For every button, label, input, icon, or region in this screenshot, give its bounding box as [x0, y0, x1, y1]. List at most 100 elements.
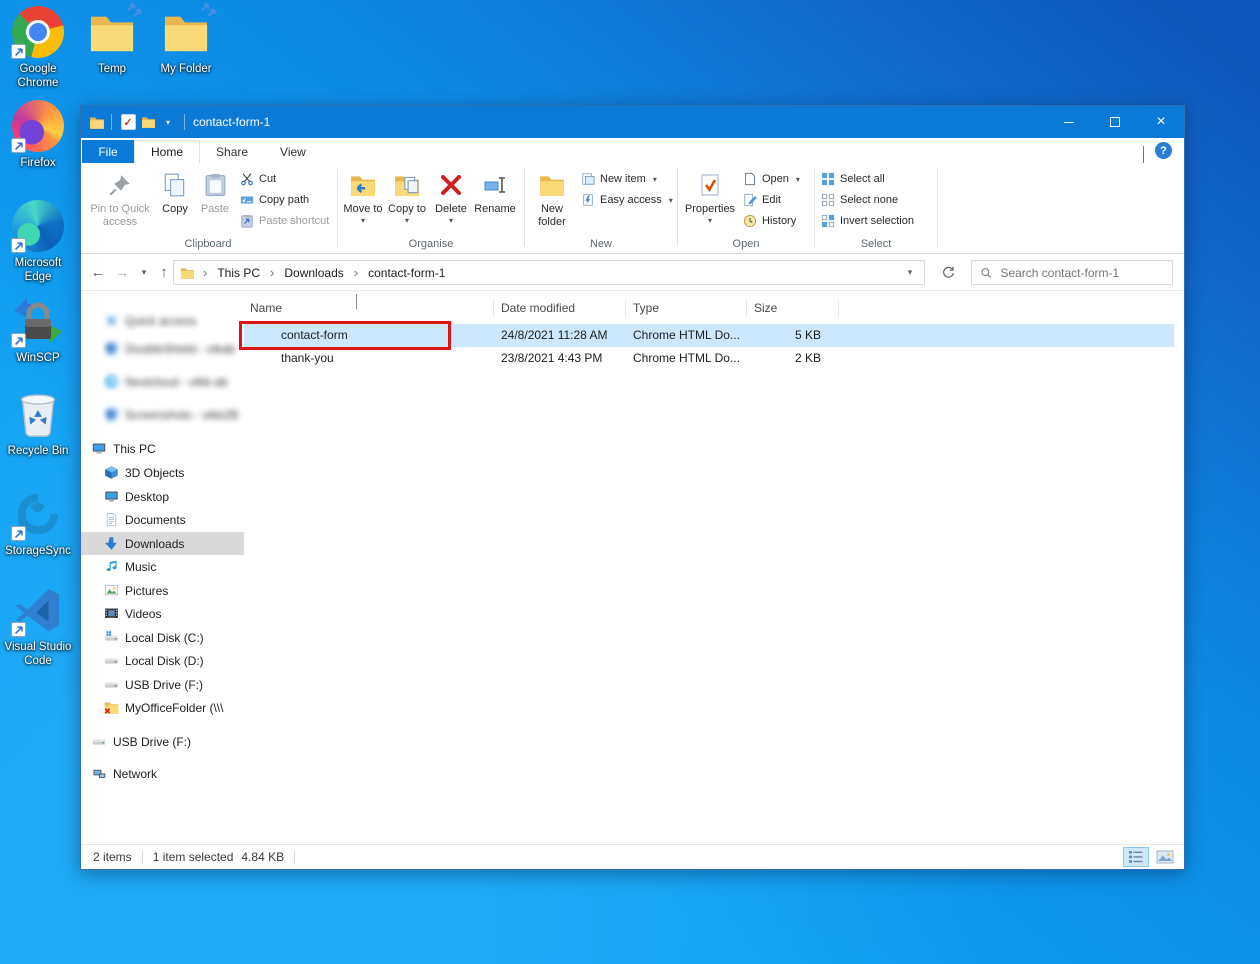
search-box[interactable] [971, 260, 1173, 285]
large-icons-view-button[interactable] [1152, 847, 1178, 867]
sidebar-item-quick-access[interactable]: Quick access [81, 309, 244, 332]
open-group-label: Open [679, 238, 813, 250]
edit-button[interactable]: Edit [743, 190, 781, 210]
share-arrows-icon [200, 0, 218, 18]
desktop-icon-winscp[interactable]: WinSCP [2, 295, 74, 365]
details-view-button[interactable] [1123, 847, 1149, 867]
invert-selection-button[interactable]: Invert selection [821, 211, 914, 231]
tab-file[interactable]: File [82, 140, 134, 163]
sidebar-item-usb-drive-f-root[interactable]: USB Drive (F:) [81, 730, 244, 753]
copy-path-button[interactable]: Copy path [240, 190, 309, 210]
breadcrumb-downloads[interactable]: Downloads [282, 266, 345, 280]
sidebar-item-desktop[interactable]: Desktop [81, 485, 244, 508]
history-button[interactable]: History [743, 211, 796, 231]
paste-button[interactable]: Paste [195, 167, 235, 216]
sidebar-item-local-disk-d[interactable]: Local Disk (D:) [81, 649, 244, 672]
select-none-button[interactable]: Select none [821, 190, 898, 210]
pin-to-quick-access-button[interactable]: Pin to Quick access [87, 167, 153, 229]
breadcrumb-current-folder[interactable]: contact-form-1 [366, 266, 447, 280]
paste-shortcut-icon [240, 214, 254, 228]
local-disk-icon [104, 653, 119, 668]
forward-button[interactable]: → [111, 261, 133, 283]
new-item-button[interactable]: New item▾ [581, 169, 657, 189]
qat-customize-dropdown[interactable]: ▾ [158, 111, 178, 133]
window-title: contact-form-1 [193, 115, 270, 129]
sidebar-item-pinned-2[interactable]: Nextcloud - vikb-ab [81, 370, 244, 393]
desktop-icon-visual-studio-code[interactable]: Visual Studio Code [0, 584, 76, 669]
up-button[interactable]: ↑ [153, 261, 175, 283]
sidebar-item-pinned-3[interactable]: Screenshots - vikb2B [81, 403, 244, 426]
back-button[interactable]: ← [87, 261, 109, 283]
delete-button[interactable]: Delete▾ [431, 167, 471, 226]
paste-shortcut-button[interactable]: Paste shortcut [240, 211, 329, 231]
breadcrumb-chevron: › [270, 265, 274, 280]
sidebar-item-downloads[interactable]: Downloads [81, 532, 244, 555]
3d-objects-icon [104, 465, 119, 480]
folder-icon [160, 6, 212, 58]
sidebar-item-videos[interactable]: Videos [81, 602, 244, 625]
open-icon [743, 172, 757, 186]
qat-properties-button[interactable]: ✓ [118, 111, 138, 133]
rename-button[interactable]: Rename [471, 167, 519, 216]
maximize-button[interactable] [1092, 106, 1138, 138]
column-header-date-modified[interactable]: Date modified [501, 301, 575, 315]
desktop-icon-storagesync[interactable]: StorageSync [0, 488, 76, 558]
breadcrumb[interactable]: › This PC › Downloads › contact-form-1 ▾ [173, 260, 925, 285]
breadcrumb-this-pc[interactable]: This PC [215, 266, 262, 280]
select-none-icon [821, 193, 835, 207]
desktop-icon-label: StorageSync [5, 544, 71, 558]
properties-icon [698, 167, 722, 203]
sidebar-item-documents[interactable]: Documents [81, 508, 244, 531]
sidebar-item-music[interactable]: Music [81, 555, 244, 578]
new-folder-button[interactable]: New folder [529, 167, 575, 229]
sidebar-item-network[interactable]: Network [81, 762, 244, 785]
move-to-button[interactable]: Move to▾ [343, 167, 383, 226]
desktop-icon-my-folder[interactable]: My Folder [150, 6, 222, 76]
desktop-icon-recycle-bin[interactable]: Recycle Bin [2, 388, 74, 458]
open-button[interactable]: Open▾ [743, 169, 800, 189]
desktop-icon-microsoft-edge[interactable]: Microsoft Edge [2, 200, 74, 285]
disconnected-network-folder-icon [104, 700, 119, 715]
minimize-button[interactable] [1046, 106, 1092, 138]
items-count: 2 items [93, 850, 132, 864]
properties-button[interactable]: Properties▾ [683, 167, 737, 226]
copy-button[interactable]: Copy [155, 167, 195, 216]
network-icon [91, 766, 107, 781]
rename-icon [482, 167, 508, 203]
desktop-icon-firefox[interactable]: Firefox [2, 100, 74, 170]
close-button[interactable]: × [1138, 106, 1184, 138]
titlebar[interactable]: ✓ ▾ contact-form-1 × [81, 106, 1184, 138]
ribbon-tab-row: File Home Share View ? [81, 138, 1184, 163]
sidebar-item-local-disk-c[interactable]: Local Disk (C:) [81, 626, 244, 649]
search-input[interactable] [1000, 266, 1164, 280]
desktop-icon-temp[interactable]: Temp [76, 6, 148, 76]
tab-view[interactable]: View [264, 140, 322, 163]
large-icons-view-icon [1156, 850, 1174, 864]
copy-to-icon [393, 167, 421, 203]
qat-new-folder-button[interactable] [138, 111, 158, 133]
column-header-name[interactable]: Name [250, 301, 282, 315]
refresh-button[interactable] [933, 260, 963, 285]
cut-button[interactable]: Cut [240, 169, 276, 189]
sidebar-item-myofficefolder[interactable]: MyOfficeFolder (\\\ [81, 696, 244, 719]
file-row-thank-you[interactable]: thank-you 23/8/2021 4:43 PM Chrome HTML … [244, 347, 1174, 370]
column-header-type[interactable]: Type [633, 301, 659, 315]
sidebar-item-pictures[interactable]: Pictures [81, 579, 244, 602]
desktop-icon-label: My Folder [160, 62, 211, 76]
desktop-icon-google-chrome[interactable]: Google Chrome [2, 6, 74, 91]
sidebar-item-3d-objects[interactable]: 3D Objects [81, 461, 244, 484]
sidebar-item-this-pc[interactable]: This PC [81, 437, 244, 460]
tab-share[interactable]: Share [200, 140, 264, 163]
help-icon[interactable]: ? [1155, 142, 1172, 159]
sidebar-item-pinned-1[interactable]: DoubleShield - vikab [81, 337, 244, 360]
select-all-button[interactable]: Select all [821, 169, 885, 189]
recent-locations-dropdown[interactable]: ▾ [133, 261, 155, 283]
tab-home[interactable]: Home [134, 140, 200, 163]
easy-access-button[interactable]: Easy access▾ [581, 190, 673, 210]
column-header-size[interactable]: Size [754, 301, 777, 315]
file-size: 5 KB [744, 328, 821, 342]
address-dropdown-chevron[interactable]: ▾ [896, 261, 924, 284]
file-size: 2 KB [744, 351, 821, 365]
copy-to-button[interactable]: Copy to▾ [387, 167, 427, 226]
sidebar-item-usb-drive-f[interactable]: USB Drive (F:) [81, 673, 244, 696]
